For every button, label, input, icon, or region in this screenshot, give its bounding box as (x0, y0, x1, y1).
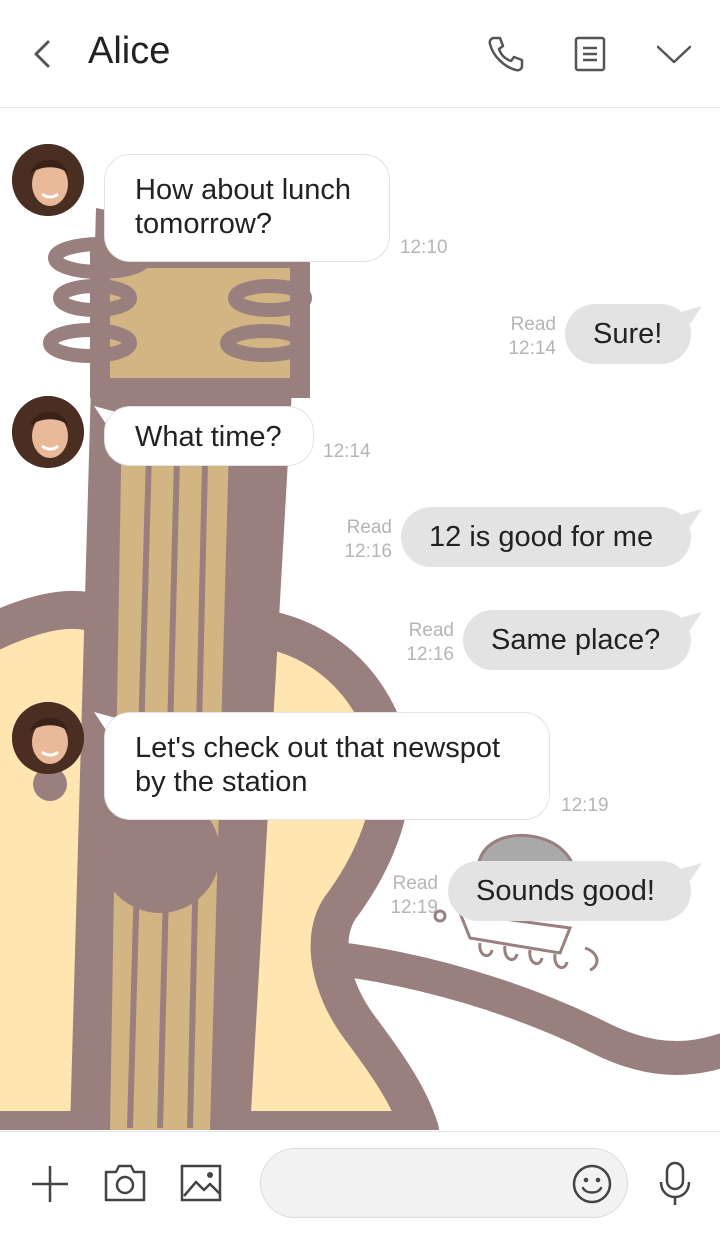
message-timestamp: 12:16 (344, 541, 392, 562)
microphone-icon[interactable] (654, 1160, 696, 1208)
contact-avatar[interactable] (12, 702, 84, 774)
outgoing-message-bubble[interactable]: Sure! (565, 304, 691, 364)
message-text: How about lunch tomorrow? (135, 174, 352, 240)
incoming-message-bubble[interactable]: What time? (104, 406, 314, 466)
outgoing-message-bubble[interactable]: Same place? (463, 610, 691, 670)
message-timestamp: 12:19 (561, 795, 609, 816)
chevron-down-icon[interactable] (652, 32, 696, 76)
incoming-message-bubble[interactable]: How about lunch tomorrow? (104, 154, 390, 262)
chat-header: Alice (0, 0, 720, 108)
incoming-message-bubble[interactable]: Let's check out that newspot by the stat… (104, 712, 550, 820)
notes-icon[interactable] (568, 32, 612, 76)
message-timestamp: 12:19 (390, 897, 438, 918)
message-input[interactable] (260, 1148, 628, 1218)
phone-icon[interactable] (484, 32, 528, 76)
plus-icon[interactable] (28, 1162, 72, 1206)
contact-avatar[interactable] (12, 396, 84, 468)
camera-icon[interactable] (102, 1162, 148, 1204)
message-timestamp: 12:16 (406, 644, 454, 665)
contact-photo-icon (12, 396, 84, 468)
message-text: Sure! (593, 318, 663, 350)
outgoing-message-bubble[interactable]: 12 is good for me (401, 507, 691, 567)
message-text: 12 is good for me (429, 521, 654, 553)
chat-area[interactable]: How about lunch tomorrow? 12:10 Read 12:… (0, 108, 720, 1130)
message-timestamp: 12:14 (323, 441, 371, 462)
message-text: What time? (135, 421, 282, 453)
message-text: Sounds good! (476, 875, 655, 907)
read-receipt: Read (408, 620, 454, 641)
message-text: Let's check out that newspot by the stat… (135, 732, 501, 798)
outgoing-message-bubble[interactable]: Sounds good! (448, 861, 691, 921)
image-icon[interactable] (178, 1162, 224, 1204)
read-receipt: Read (510, 314, 556, 335)
message-composer-bar (0, 1131, 720, 1233)
read-receipt: Read (392, 873, 438, 894)
chevron-left-icon[interactable] (26, 34, 62, 74)
read-receipt: Read (346, 517, 392, 538)
message-timestamp: 12:10 (400, 237, 448, 258)
contact-photo-icon (12, 702, 84, 774)
contact-avatar[interactable] (12, 144, 84, 216)
message-timestamp: 12:14 (508, 338, 556, 359)
contact-photo-icon (12, 144, 84, 216)
message-text: Same place? (491, 624, 661, 656)
smiley-icon[interactable] (571, 1163, 613, 1205)
chat-title: Alice (88, 30, 171, 72)
